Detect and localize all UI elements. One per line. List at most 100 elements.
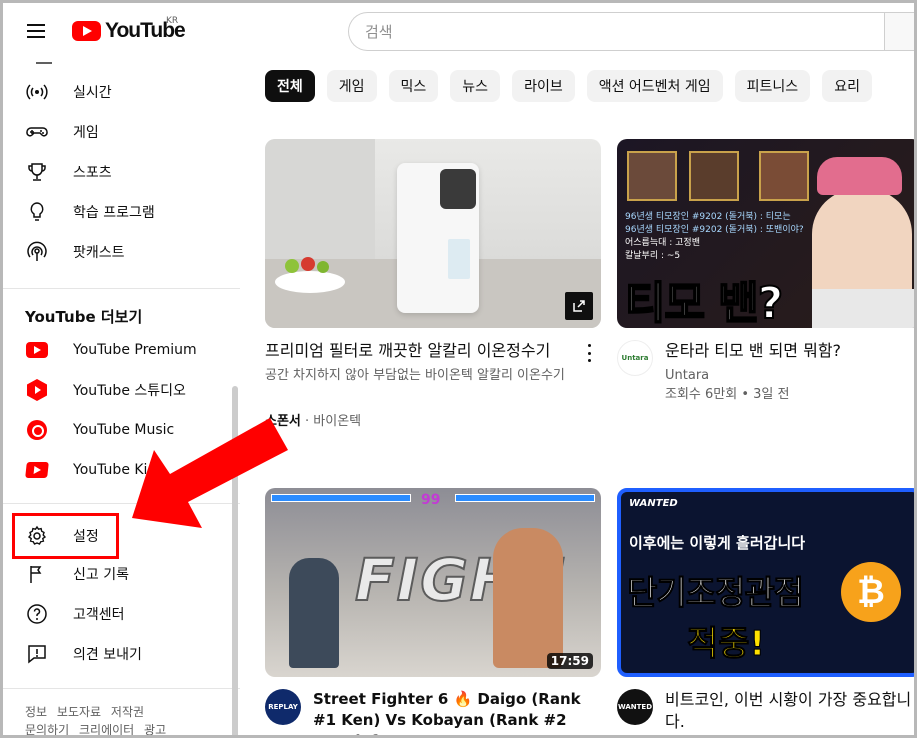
video-title[interactable]: 운타라 티모 밴 되면 뭐함? [665,340,915,362]
chat-line: 칼날부리 : ~5 [625,251,681,261]
feedback-icon [25,642,49,666]
sidebar-item-youtube-premium[interactable]: YouTube Premium [3,330,240,370]
divider [3,288,240,289]
search-placeholder: 검색 [365,23,393,41]
sidebar-item-label: YouTube Premium [73,342,197,358]
sidebar-item-podcast[interactable]: 팟캐스트 [3,232,240,272]
footer-link-press[interactable]: 보도자료 [57,705,101,719]
divider [3,688,240,689]
sidebar-item-label: 스포츠 [73,165,112,181]
video-description: 공간 차지하지 않아 부담없는 바이온텍 알칼리 이온수기 [265,368,565,383]
menu-icon[interactable] [24,20,48,42]
sidebar-item-label: 실시간 [73,85,112,101]
youtube-kids-icon [25,458,49,482]
podcast-icon [25,240,49,264]
sidebar-item-feedback[interactable]: 의견 보내기 [3,634,240,674]
external-link-icon[interactable] [565,292,593,320]
chip-cooking[interactable]: 요리 [822,70,872,102]
bitcoin-coin-icon: ₿ [841,562,901,622]
purifier-head [440,169,476,209]
channel-avatar[interactable]: REPLAY [265,689,301,725]
footer-links: 정보 보도자료 저작권 문의하기 크리에이터 광고 [25,703,225,738]
chip-mix[interactable]: 믹스 [388,70,439,102]
sidebar-item-label: 신고 기록 [73,567,129,583]
chip-live[interactable]: 라이브 [512,70,575,102]
channel-name[interactable]: Untara [665,366,709,385]
p2-health-bar [455,494,595,502]
chat-line: 어스름늑대 : 고정밴 [625,238,700,248]
video-thumbnail[interactable]: WANTED 이후에는 이렇게 흘러갑니다 단기조정관점 적중! ₿ [617,488,917,677]
sidebar-item-report-history[interactable]: 신고 기록 [3,554,240,594]
sidebar-item-gaming[interactable]: 게임 [3,112,240,152]
video-title[interactable]: Street Fighter 6 🔥 Daigo (Rank #1 Ken) V… [313,689,593,738]
p1-health-bar [271,494,411,502]
thumb-headline: 티모 밴? [624,277,784,328]
sidebar-item-learning[interactable]: 학습 프로그램 [3,192,240,232]
live-icon [25,80,49,104]
top-header: YouTube KR 검색 [0,0,917,62]
thumb-subline: 이후에는 이렇게 흘러갑니다 [629,534,806,552]
search-button[interactable] [884,12,917,51]
sidebar-item-sports[interactable]: 스포츠 [3,152,240,192]
footer-link-about[interactable]: 정보 [25,705,47,719]
sidebar-item-label: 고객센터 [73,607,125,623]
search-input[interactable]: 검색 [348,12,888,51]
sidebar-item-label: 게임 [73,125,99,141]
channel-avatar[interactable]: WANTED [617,689,653,725]
youtube-logo-icon [72,21,101,41]
footer-link-copyright[interactable]: 저작권 [111,705,144,719]
channel-avatar[interactable]: Untara [617,340,653,376]
chip-action-adventure[interactable]: 액션 어드벤처 게임 [586,70,723,102]
sidebar-item-label: 의견 보내기 [73,647,142,663]
chat-log: 96년생 티모장인 #9202 (돌거북) : 티모는 96년생 티모장인 #9… [625,211,804,263]
partial-icon [36,62,52,64]
video-duration: 17:59 [546,653,593,669]
chat-line: 96년생 티모장인 #9202 (돌거북) : 티모는 [625,212,791,222]
sidebar-item-live[interactable]: 실시간 [3,72,240,112]
fruit [317,261,329,273]
video-thumbnail[interactable]: 99 FIGHT 17:59 [265,488,601,677]
video-title[interactable]: 비트코인, 이번 시황이 가장 중요합니다. [665,689,915,733]
streamer-shirt [812,289,917,328]
thumb-headline: 단기조정관점 [626,573,804,613]
youtube-music-icon [25,418,49,442]
chip-fitness[interactable]: 피트니스 [734,70,811,102]
water-glass [448,239,470,279]
chip-gaming[interactable]: 게임 [326,70,377,102]
champion-portrait [759,151,809,201]
sidebar-item-label: 팟캐스트 [73,245,125,261]
sidebar: 실시간 게임 스포츠 학습 프로그램 팟캐스트 YouTube 더보기 YouT… [3,62,240,738]
sidebar-item-help[interactable]: 고객센터 [3,594,240,634]
country-code: KR [166,16,179,26]
video-thumbnail[interactable]: 96년생 티모장인 #9202 (돌거북) : 티모는 96년생 티모장인 #9… [617,139,917,328]
sidebar-item-youtube-studio[interactable]: YouTube 스튜디오 [3,370,240,410]
thumb-tag: WANTED [629,498,678,509]
red-arrow-annotation [132,418,288,528]
chat-line: 96년생 티모장인 #9202 (돌거북) : 또밴이야? [625,225,804,235]
sidebar-item-label: 학습 프로그램 [73,205,155,221]
chip-all[interactable]: 전체 [265,70,315,102]
video-stats: 조회수 6만회 • 3일 전 [665,387,790,402]
fruit-bowl [275,271,345,293]
streamer-hat [817,157,902,195]
more-options-icon[interactable] [586,344,592,362]
round-timer: 99 [421,492,441,508]
fighter-left [289,558,339,668]
settings-highlight-box [12,513,119,559]
fruit [301,257,315,271]
fighter-right [493,528,563,668]
sponsor-channel[interactable]: 바이온텍 [313,414,361,429]
thumb-window [265,139,375,269]
category-chips: 전체 게임 믹스 뉴스 라이브 액션 어드벤처 게임 피트니스 요리 [265,70,884,102]
video-title[interactable]: 프리미엄 필터로 깨끗한 알칼리 이온정수기 [265,340,575,362]
footer-link-advertise[interactable]: 광고 [144,723,166,737]
help-icon [25,602,49,626]
video-thumbnail[interactable] [265,139,601,328]
chip-news[interactable]: 뉴스 [450,70,501,102]
more-heading: YouTube 더보기 [25,308,143,326]
lightbulb-icon [25,200,49,224]
youtube-studio-icon [25,378,49,402]
sidebar-item-label: YouTube 스튜디오 [73,383,186,399]
footer-link-contact[interactable]: 문의하기 [25,723,69,737]
footer-link-creators[interactable]: 크리에이터 [79,723,134,737]
